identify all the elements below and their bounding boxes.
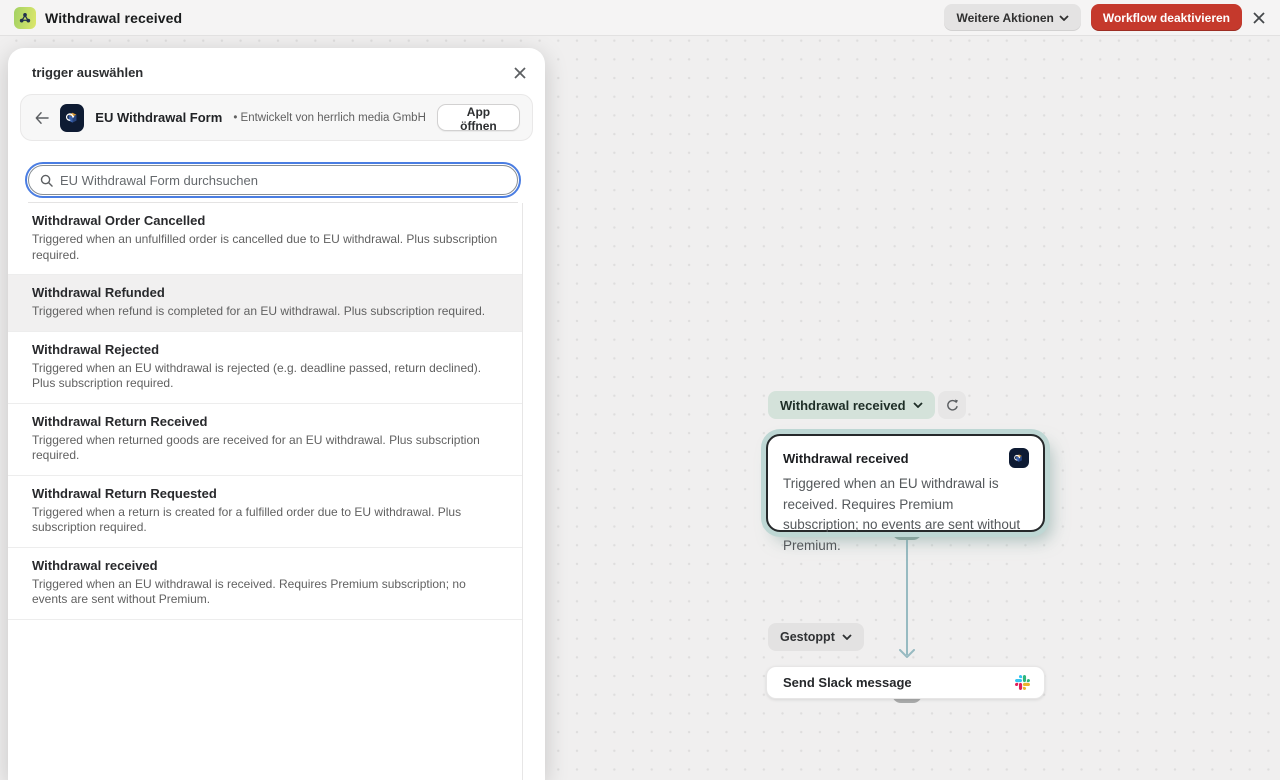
trigger-item-description: Triggered when refund is completed for a… — [32, 304, 504, 320]
trigger-item-description: Triggered when an EU withdrawal is recei… — [32, 577, 504, 608]
trigger-list-item[interactable]: Withdrawal Rejected Triggered when an EU… — [8, 332, 522, 404]
panel-title: trigger auswählen — [32, 65, 143, 80]
trigger-picker-panel: trigger auswählen EU Withdrawal Form • E… — [8, 48, 545, 780]
trigger-item-title: Withdrawal Return Requested — [32, 486, 506, 501]
trigger-list-item[interactable]: Withdrawal Order Cancelled Triggered whe… — [8, 203, 522, 275]
deactivate-workflow-label: Workflow deaktivieren — [1103, 11, 1230, 25]
package-return-icon — [60, 104, 84, 132]
open-app-button[interactable]: App öffnen — [437, 104, 520, 131]
trigger-item-title: Withdrawal Rejected — [32, 342, 506, 357]
trigger-item-description: Triggered when an unfulfilled order is c… — [32, 232, 504, 263]
slack-icon — [1015, 675, 1030, 690]
stopped-status-label: Gestoppt — [780, 630, 835, 644]
action-node-title: Send Slack message — [783, 675, 1015, 690]
trigger-search-box[interactable] — [28, 165, 518, 195]
close-workflow-icon[interactable] — [1252, 11, 1266, 25]
app-developer: • Entwickelt von herrlich media GmbH — [233, 112, 426, 124]
search-icon — [40, 174, 53, 187]
trigger-status-pill[interactable]: Withdrawal received — [768, 391, 935, 419]
trigger-list-item[interactable]: Withdrawal Return Received Triggered whe… — [8, 404, 522, 476]
trigger-item-title: Withdrawal Return Received — [32, 414, 506, 429]
trigger-node-description: Triggered when an EU withdrawal is recei… — [768, 472, 1043, 558]
trigger-search-input[interactable] — [60, 173, 506, 188]
trigger-list-item[interactable]: Withdrawal Refunded Triggered when refun… — [8, 275, 522, 332]
trigger-item-title: Withdrawal Refunded — [32, 285, 506, 300]
trigger-node-card[interactable]: Withdrawal received Triggered when an EU… — [766, 434, 1045, 532]
trigger-list-item[interactable]: Withdrawal Return Requested Triggered wh… — [8, 476, 522, 548]
trigger-item-description: Triggered when a return is created for a… — [32, 505, 504, 536]
refresh-trigger-button[interactable] — [938, 391, 966, 419]
chevron-down-icon — [1059, 15, 1069, 21]
page-title: Withdrawal received — [45, 10, 182, 26]
back-arrow-icon[interactable] — [35, 111, 49, 125]
trigger-item-description: Triggered when an EU withdrawal is rejec… — [32, 361, 504, 392]
more-actions-button[interactable]: Weitere Aktionen — [944, 4, 1080, 31]
app-info-card: EU Withdrawal Form • Entwickelt von herr… — [20, 94, 533, 141]
trigger-list: Withdrawal Order Cancelled Triggered whe… — [8, 203, 523, 780]
chevron-down-icon — [913, 402, 923, 408]
trigger-item-title: Withdrawal Order Cancelled — [32, 213, 506, 228]
deactivate-workflow-button[interactable]: Workflow deaktivieren — [1091, 4, 1242, 31]
trigger-item-title: Withdrawal received — [32, 558, 506, 573]
trigger-list-item[interactable]: Withdrawal received Triggered when an EU… — [8, 548, 522, 620]
trigger-node-title: Withdrawal received — [783, 451, 909, 466]
workflow-app-logo-icon — [14, 7, 36, 29]
action-node-card[interactable]: Send Slack message — [766, 666, 1045, 699]
refresh-icon — [945, 398, 960, 413]
chevron-down-icon — [842, 634, 852, 640]
close-panel-icon[interactable] — [513, 66, 527, 80]
trigger-status-label: Withdrawal received — [780, 398, 906, 413]
stopped-status-pill[interactable]: Gestoppt — [768, 623, 864, 651]
trigger-item-description: Triggered when returned goods are receiv… — [32, 433, 504, 464]
more-actions-label: Weitere Aktionen — [956, 11, 1053, 25]
topbar: Withdrawal received Weitere Aktionen Wor… — [0, 0, 1280, 36]
package-return-icon — [1009, 448, 1029, 468]
app-name: EU Withdrawal Form — [95, 110, 222, 125]
connector-arrowhead-icon — [899, 649, 915, 658]
